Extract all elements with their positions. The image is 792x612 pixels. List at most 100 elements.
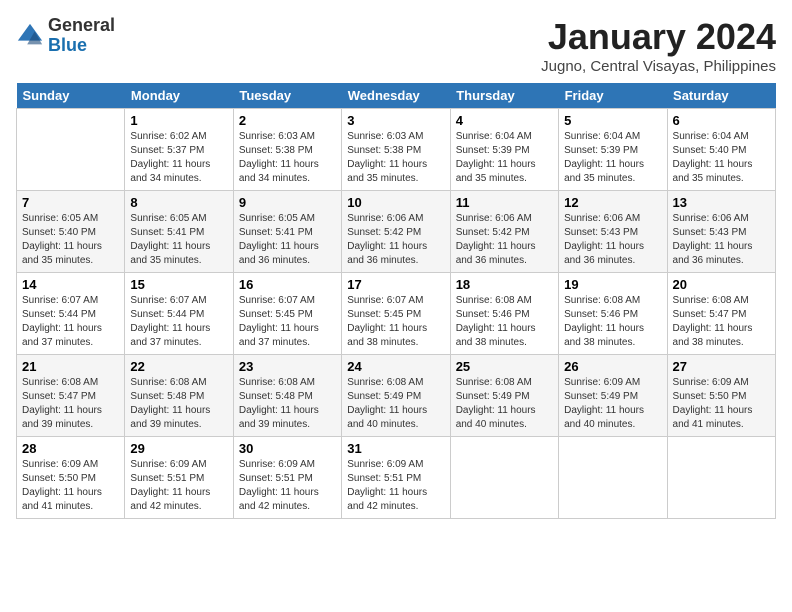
day-info: Sunrise: 6:06 AM Sunset: 5:43 PM Dayligh… (673, 212, 770, 268)
day-number: 28 (22, 441, 119, 456)
calendar-cell (17, 109, 125, 191)
calendar-table: SundayMondayTuesdayWednesdayThursdayFrid… (16, 83, 776, 519)
day-info: Sunrise: 6:04 AM Sunset: 5:39 PM Dayligh… (456, 130, 553, 186)
day-number: 16 (239, 277, 336, 292)
day-info: Sunrise: 6:04 AM Sunset: 5:39 PM Dayligh… (564, 130, 661, 186)
day-number: 21 (22, 359, 119, 374)
day-number: 24 (347, 359, 444, 374)
day-number: 8 (130, 195, 227, 210)
day-number: 19 (564, 277, 661, 292)
day-info: Sunrise: 6:02 AM Sunset: 5:37 PM Dayligh… (130, 130, 227, 186)
day-number: 23 (239, 359, 336, 374)
calendar-cell: 23 Sunrise: 6:08 AM Sunset: 5:48 PM Dayli… (233, 355, 341, 437)
calendar-cell: 28 Sunrise: 6:09 AM Sunset: 5:50 PM Dayli… (17, 437, 125, 519)
day-number: 30 (239, 441, 336, 456)
day-info: Sunrise: 6:08 AM Sunset: 5:48 PM Dayligh… (239, 376, 336, 432)
calendar-cell: 7Sunrise: 6:05 AM Sunset: 5:40 PM Daylig… (17, 191, 125, 273)
day-info: Sunrise: 6:05 AM Sunset: 5:41 PM Dayligh… (239, 212, 336, 268)
calendar-week-row: 28 Sunrise: 6:09 AM Sunset: 5:50 PM Dayli… (17, 437, 776, 519)
day-info: Sunrise: 6:06 AM Sunset: 5:42 PM Dayligh… (456, 212, 553, 268)
day-number: 25 (456, 359, 553, 374)
day-info: Sunrise: 6:08 AM Sunset: 5:47 PM Dayligh… (22, 376, 119, 432)
page-header: General Blue January 2024 Jugno, Central… (16, 16, 776, 75)
day-number: 26 (564, 359, 661, 374)
calendar-cell (667, 437, 775, 519)
day-info: Sunrise: 6:06 AM Sunset: 5:43 PM Dayligh… (564, 212, 661, 268)
day-info: Sunrise: 6:09 AM Sunset: 5:51 PM Dayligh… (130, 458, 227, 514)
location-subtitle: Jugno, Central Visayas, Philippines (541, 58, 776, 75)
calendar-week-row: 1 Sunrise: 6:02 AM Sunset: 5:37 PM Daylig… (17, 109, 776, 191)
calendar-cell: 8 Sunrise: 6:05 AM Sunset: 5:41 PM Daylig… (125, 191, 233, 273)
calendar-cell: 4 Sunrise: 6:04 AM Sunset: 5:39 PM Daylig… (450, 109, 558, 191)
day-info: Sunrise: 6:08 AM Sunset: 5:47 PM Dayligh… (673, 294, 770, 350)
day-info: Sunrise: 6:09 AM Sunset: 5:51 PM Dayligh… (347, 458, 444, 514)
day-number: 2 (239, 113, 336, 128)
day-number: 29 (130, 441, 227, 456)
day-number: 17 (347, 277, 444, 292)
calendar-cell: 30 Sunrise: 6:09 AM Sunset: 5:51 PM Dayli… (233, 437, 341, 519)
calendar-cell: 10 Sunrise: 6:06 AM Sunset: 5:42 PM Dayli… (342, 191, 450, 273)
calendar-week-row: 14Sunrise: 6:07 AM Sunset: 5:44 PM Dayli… (17, 273, 776, 355)
calendar-cell: 20 Sunrise: 6:08 AM Sunset: 5:47 PM Dayli… (667, 273, 775, 355)
weekday-header: Monday (125, 83, 233, 109)
day-number: 11 (456, 195, 553, 210)
day-info: Sunrise: 6:08 AM Sunset: 5:46 PM Dayligh… (456, 294, 553, 350)
calendar-cell: 9 Sunrise: 6:05 AM Sunset: 5:41 PM Daylig… (233, 191, 341, 273)
calendar-cell: 22Sunrise: 6:08 AM Sunset: 5:48 PM Dayli… (125, 355, 233, 437)
day-info: Sunrise: 6:03 AM Sunset: 5:38 PM Dayligh… (239, 130, 336, 186)
day-number: 13 (673, 195, 770, 210)
calendar-cell: 11 Sunrise: 6:06 AM Sunset: 5:42 PM Dayli… (450, 191, 558, 273)
day-info: Sunrise: 6:09 AM Sunset: 5:49 PM Dayligh… (564, 376, 661, 432)
calendar-cell: 5 Sunrise: 6:04 AM Sunset: 5:39 PM Daylig… (559, 109, 667, 191)
calendar-week-row: 7Sunrise: 6:05 AM Sunset: 5:40 PM Daylig… (17, 191, 776, 273)
calendar-cell: 15Sunrise: 6:07 AM Sunset: 5:44 PM Dayli… (125, 273, 233, 355)
day-number: 31 (347, 441, 444, 456)
calendar-cell: 19Sunrise: 6:08 AM Sunset: 5:46 PM Dayli… (559, 273, 667, 355)
calendar-cell: 18 Sunrise: 6:08 AM Sunset: 5:46 PM Dayli… (450, 273, 558, 355)
weekday-header: Tuesday (233, 83, 341, 109)
calendar-cell (559, 437, 667, 519)
weekday-header: Thursday (450, 83, 558, 109)
day-number: 15 (130, 277, 227, 292)
day-info: Sunrise: 6:08 AM Sunset: 5:49 PM Dayligh… (347, 376, 444, 432)
day-number: 20 (673, 277, 770, 292)
day-number: 22 (130, 359, 227, 374)
day-number: 27 (673, 359, 770, 374)
day-info: Sunrise: 6:07 AM Sunset: 5:45 PM Dayligh… (239, 294, 336, 350)
logo-icon (16, 22, 44, 50)
day-info: Sunrise: 6:08 AM Sunset: 5:49 PM Dayligh… (456, 376, 553, 432)
day-info: Sunrise: 6:04 AM Sunset: 5:40 PM Dayligh… (673, 130, 770, 186)
logo: General Blue (16, 16, 115, 56)
day-info: Sunrise: 6:03 AM Sunset: 5:38 PM Dayligh… (347, 130, 444, 186)
calendar-cell (450, 437, 558, 519)
day-info: Sunrise: 6:09 AM Sunset: 5:51 PM Dayligh… (239, 458, 336, 514)
day-info: Sunrise: 6:05 AM Sunset: 5:41 PM Dayligh… (130, 212, 227, 268)
weekday-header-row: SundayMondayTuesdayWednesdayThursdayFrid… (17, 83, 776, 109)
calendar-cell: 6Sunrise: 6:04 AM Sunset: 5:40 PM Daylig… (667, 109, 775, 191)
day-number: 9 (239, 195, 336, 210)
day-info: Sunrise: 6:07 AM Sunset: 5:44 PM Dayligh… (22, 294, 119, 350)
day-number: 4 (456, 113, 553, 128)
weekday-header: Friday (559, 83, 667, 109)
day-info: Sunrise: 6:09 AM Sunset: 5:50 PM Dayligh… (22, 458, 119, 514)
day-number: 12 (564, 195, 661, 210)
calendar-cell: 16 Sunrise: 6:07 AM Sunset: 5:45 PM Dayli… (233, 273, 341, 355)
logo-blue-text: Blue (48, 36, 115, 56)
day-number: 18 (456, 277, 553, 292)
day-info: Sunrise: 6:06 AM Sunset: 5:42 PM Dayligh… (347, 212, 444, 268)
day-number: 5 (564, 113, 661, 128)
calendar-week-row: 21 Sunrise: 6:08 AM Sunset: 5:47 PM Dayli… (17, 355, 776, 437)
day-number: 1 (130, 113, 227, 128)
weekday-header: Wednesday (342, 83, 450, 109)
calendar-cell: 2 Sunrise: 6:03 AM Sunset: 5:38 PM Daylig… (233, 109, 341, 191)
day-number: 10 (347, 195, 444, 210)
weekday-header: Saturday (667, 83, 775, 109)
calendar-cell: 21 Sunrise: 6:08 AM Sunset: 5:47 PM Dayli… (17, 355, 125, 437)
calendar-cell: 26 Sunrise: 6:09 AM Sunset: 5:49 PM Dayli… (559, 355, 667, 437)
calendar-cell: 12 Sunrise: 6:06 AM Sunset: 5:43 PM Dayli… (559, 191, 667, 273)
calendar-cell: 13 Sunrise: 6:06 AM Sunset: 5:43 PM Dayli… (667, 191, 775, 273)
day-info: Sunrise: 6:07 AM Sunset: 5:45 PM Dayligh… (347, 294, 444, 350)
day-info: Sunrise: 6:05 AM Sunset: 5:40 PM Dayligh… (22, 212, 119, 268)
calendar-cell: 25 Sunrise: 6:08 AM Sunset: 5:49 PM Dayli… (450, 355, 558, 437)
calendar-cell: 1 Sunrise: 6:02 AM Sunset: 5:37 PM Daylig… (125, 109, 233, 191)
